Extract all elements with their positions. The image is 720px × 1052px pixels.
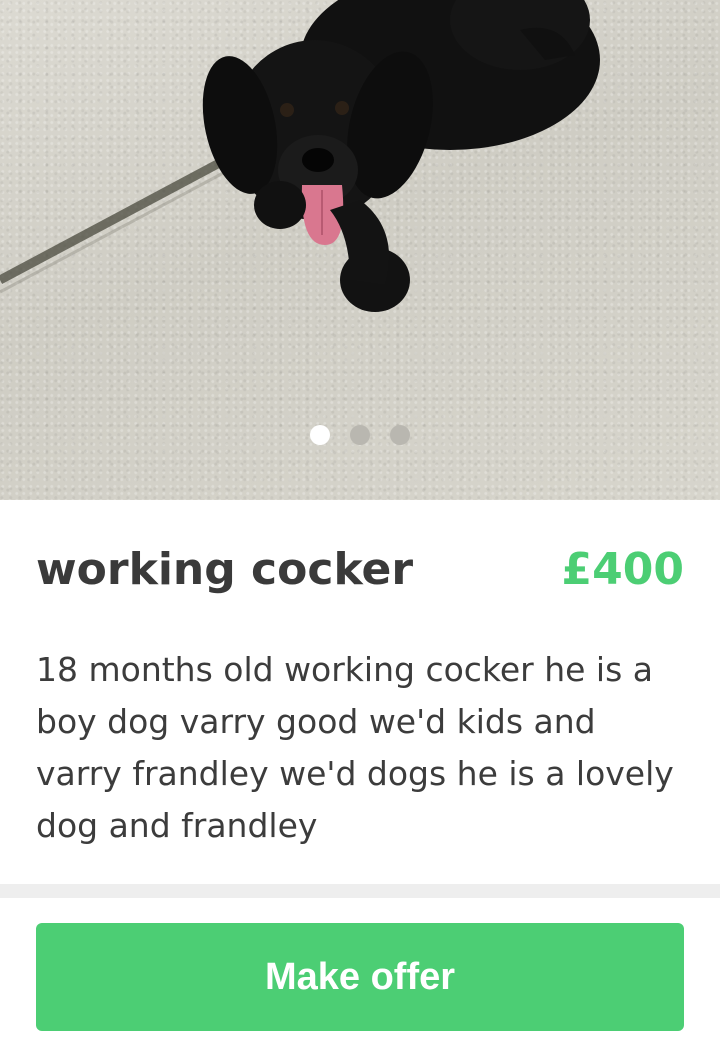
make-offer-button[interactable]: Make offer	[36, 923, 684, 1031]
listing-title: working cocker	[36, 544, 414, 595]
carousel-dot-1[interactable]	[310, 425, 330, 445]
listing-details: working cocker £400 18 months old workin…	[0, 500, 720, 852]
listing-photo[interactable]	[0, 0, 720, 500]
listing-price: £400	[561, 544, 684, 595]
section-divider	[0, 884, 720, 898]
carousel-indicator	[0, 425, 720, 445]
carousel-dot-3[interactable]	[390, 425, 410, 445]
title-row: working cocker £400	[36, 500, 684, 620]
listing-description: 18 months old working cocker he is a boy…	[36, 650, 674, 845]
carousel-dot-2[interactable]	[350, 425, 370, 445]
